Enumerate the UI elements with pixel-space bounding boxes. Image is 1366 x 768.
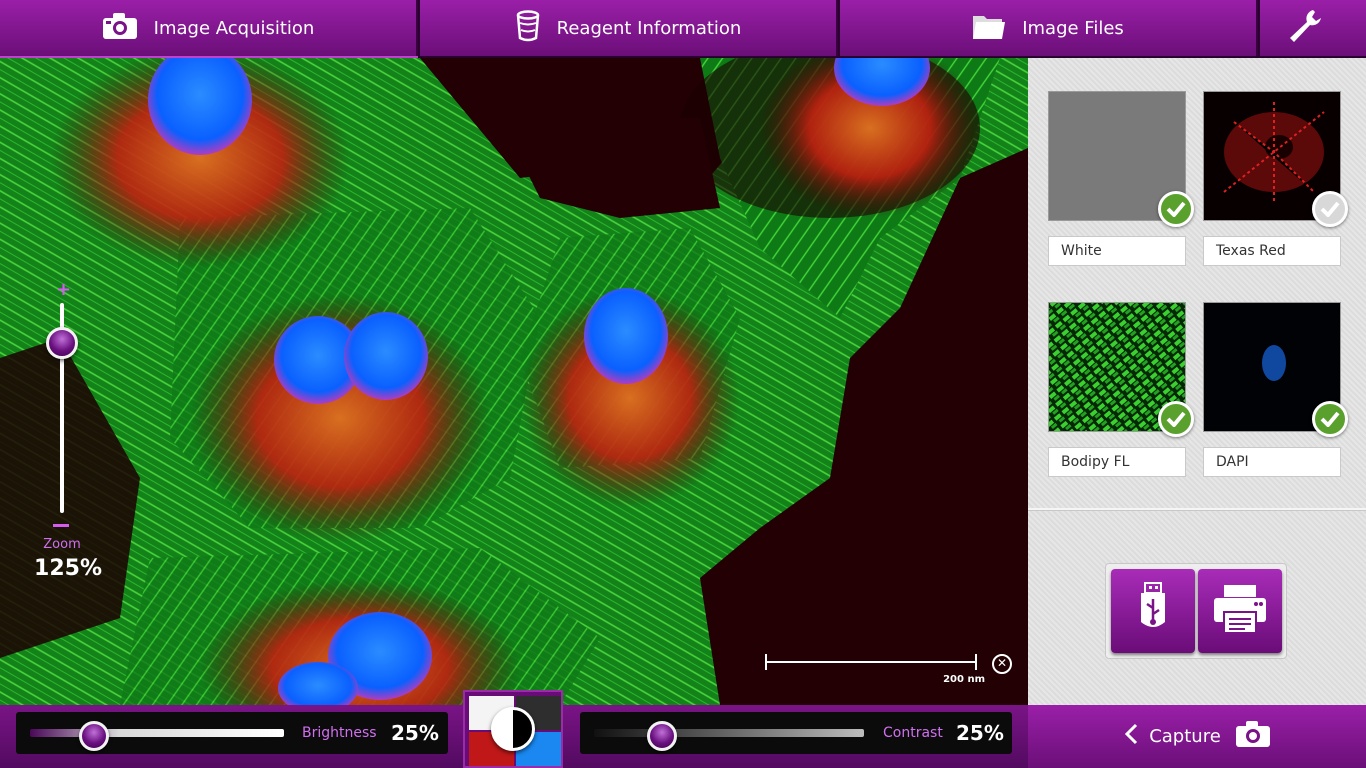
- contrast-control: Contrast 25%: [580, 712, 1012, 754]
- brightness-control: Brightness 25%: [16, 712, 448, 754]
- zoom-in-icon[interactable]: +: [56, 281, 71, 299]
- scale-bar-line: [765, 661, 977, 663]
- zoom-value: 125%: [34, 556, 102, 581]
- settings-button[interactable]: [1260, 0, 1366, 56]
- check-icon[interactable]: [1158, 401, 1194, 437]
- printer-icon: [1212, 584, 1268, 638]
- chevron-left-icon: [1123, 723, 1139, 750]
- usb-export-button[interactable]: [1111, 569, 1195, 653]
- scale-bar: 200 nm: [765, 652, 985, 692]
- tab-label: Image Files: [1022, 17, 1124, 39]
- fluorescence-image: [0, 58, 1028, 705]
- check-icon[interactable]: [1312, 401, 1348, 437]
- tab-label: Reagent Information: [556, 17, 742, 39]
- channel-label-texas-red[interactable]: Texas Red: [1203, 236, 1341, 266]
- contrast-value: 25%: [956, 721, 1004, 745]
- contrast-toggle-icon: [491, 707, 535, 751]
- camera-icon: [102, 12, 154, 45]
- channel-label-dapi[interactable]: DAPI: [1203, 447, 1341, 477]
- brightness-value: 25%: [391, 721, 439, 745]
- brightness-slider-track[interactable]: [30, 729, 284, 737]
- microscope-viewport[interactable]: + Zoom 125% 200 nm ✕: [0, 58, 1028, 705]
- check-icon[interactable]: [1158, 191, 1194, 227]
- scale-bar-label: 200 nm: [943, 674, 985, 685]
- contrast-slider-handle[interactable]: [646, 721, 677, 751]
- color-channel-toggle[interactable]: [463, 690, 563, 768]
- tab-image-files[interactable]: Image Files: [840, 0, 1258, 56]
- channel-label-white[interactable]: White: [1048, 236, 1186, 266]
- check-icon[interactable]: [1312, 191, 1348, 227]
- print-button[interactable]: [1198, 569, 1282, 653]
- contrast-slider-track[interactable]: [594, 729, 864, 737]
- top-nav: Image Acquisition Reagent Information Im…: [0, 0, 1366, 58]
- panel-divider: [1028, 508, 1366, 511]
- brightness-label: Brightness: [302, 725, 377, 741]
- zoom-slider-handle[interactable]: [46, 327, 78, 359]
- tab-image-acquisition[interactable]: Image Acquisition: [0, 0, 418, 56]
- usb-icon: [1136, 582, 1170, 640]
- close-icon[interactable]: ✕: [992, 654, 1012, 674]
- channel-label-bodipy-fl[interactable]: Bodipy FL: [1048, 447, 1186, 477]
- tab-label: Image Acquisition: [153, 17, 315, 39]
- scale-bar-cap: [765, 654, 767, 670]
- zoom-label: Zoom: [43, 537, 81, 552]
- scale-bar-cap: [975, 654, 977, 670]
- beaker-icon: [515, 9, 557, 47]
- tab-reagent-information[interactable]: Reagent Information: [420, 0, 838, 56]
- brightness-slider-handle[interactable]: [78, 721, 109, 751]
- wrench-icon: [1287, 8, 1339, 49]
- contrast-label: Contrast: [883, 725, 943, 741]
- camera-icon: [1235, 720, 1271, 753]
- capture-label: Capture: [1149, 726, 1221, 747]
- zoom-out-icon[interactable]: [53, 524, 69, 527]
- capture-button[interactable]: Capture: [1028, 705, 1366, 768]
- folder-icon: [972, 12, 1022, 45]
